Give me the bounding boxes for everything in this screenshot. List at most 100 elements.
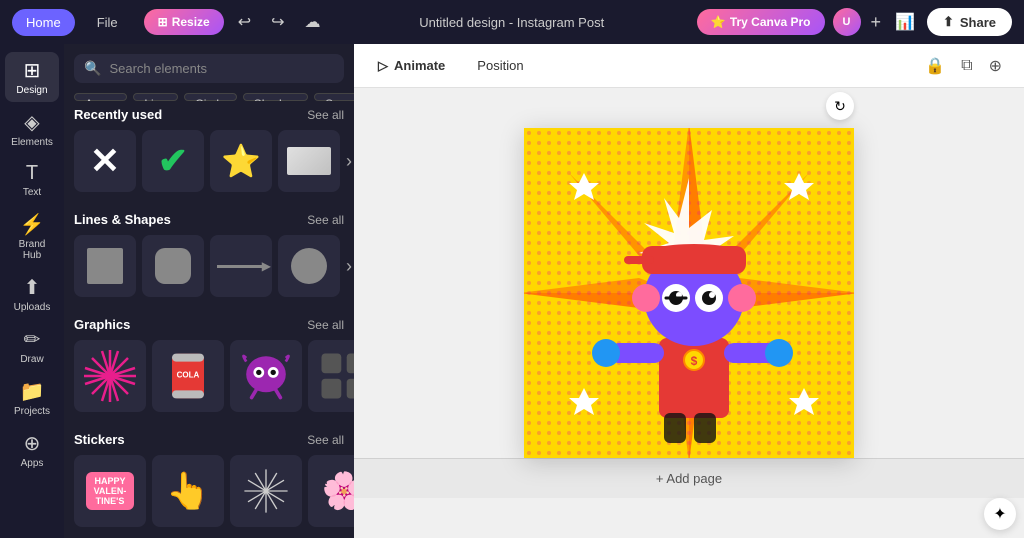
right-area: ▷ Animate Position 🔒 ⧉ ⊕ ↻ — [354, 44, 1024, 538]
magic-icon: ✦ — [993, 504, 1006, 524]
search-input-wrap[interactable]: 🔍 — [74, 54, 344, 83]
recently-used-see-all[interactable]: See all — [307, 108, 344, 122]
list-item[interactable]: ✕ — [74, 130, 136, 192]
list-item[interactable] — [230, 455, 302, 527]
recently-used-grid: ✕ ✔ ⭐ › — [74, 130, 344, 192]
animate-icon: ▷ — [378, 58, 388, 74]
lines-shapes-see-all[interactable]: See all — [307, 213, 344, 227]
search-icon: 🔍 — [84, 60, 101, 77]
stickers-header: Stickers See all — [74, 432, 344, 447]
list-item[interactable] — [210, 235, 272, 297]
add-profile-button[interactable]: + — [869, 12, 884, 33]
stickers-section: Stickers See all HAPPYVALEN-TINE'S 👆 — [64, 426, 354, 533]
sidebar-item-draw[interactable]: ✏ Draw — [5, 321, 59, 371]
design-icon: ⊞ — [24, 58, 41, 83]
cola-can-graphic: COLA — [164, 346, 212, 406]
tab-file[interactable]: File — [83, 9, 132, 36]
resize-icon: ⊞ — [158, 15, 168, 29]
graphics-grid: COLA — [74, 340, 344, 412]
text-icon: T — [26, 162, 38, 185]
animate-button[interactable]: ▷ Animate — [370, 54, 453, 78]
hand-sticker: 👆 — [166, 470, 211, 512]
list-item[interactable]: 🌸 — [308, 455, 354, 527]
add-page-bar[interactable]: + Add page — [354, 458, 1024, 498]
stickers-title: Stickers — [74, 432, 125, 447]
chip-square[interactable]: Squa… — [314, 93, 354, 101]
uploads-icon: ⬆ — [24, 275, 41, 300]
chip-line[interactable]: Line — [133, 93, 178, 101]
more-options-button[interactable]: ⊕ — [983, 52, 1008, 80]
sidebar-item-elements[interactable]: ◈ Elements — [5, 104, 59, 154]
copy-button[interactable]: ⧉ — [955, 52, 978, 80]
lock-button[interactable]: 🔒 — [919, 52, 951, 80]
right-toolbar: ▷ Animate Position 🔒 ⧉ ⊕ — [354, 44, 1024, 88]
scroll-right-arrow[interactable]: › — [346, 151, 352, 172]
search-bar: 🔍 — [64, 44, 354, 89]
tab-home[interactable]: Home — [12, 9, 75, 36]
rectangle-icon — [287, 147, 331, 175]
valentine-sticker: HAPPYVALEN-TINE'S — [86, 472, 135, 510]
stickers-see-all[interactable]: See all — [307, 433, 344, 447]
magic-button[interactable]: ✦ — [984, 498, 1016, 530]
filter-chips: Arrow Line Circle Shadow Squa… — [64, 89, 354, 101]
sidebar-item-design[interactable]: ⊞ Design — [5, 52, 59, 102]
avatar[interactable]: U — [833, 8, 861, 36]
sidebar-item-text[interactable]: T Text — [5, 156, 59, 204]
list-item[interactable] — [278, 235, 340, 297]
list-item[interactable] — [278, 130, 340, 192]
sidebar-item-projects[interactable]: 📁 Projects — [5, 373, 59, 423]
star-icon: ⭐ — [711, 15, 726, 29]
resize-button[interactable]: ⊞ Resize — [144, 9, 224, 35]
rotate-icon: ↻ — [834, 98, 846, 115]
analytics-button[interactable]: 📊 — [891, 8, 919, 36]
checkmark-icon: ✔ — [158, 140, 188, 182]
search-input[interactable] — [109, 61, 334, 76]
sparkle-sticker — [239, 464, 293, 518]
rounded-shape — [155, 248, 191, 284]
canvas-area: ↻ — [354, 88, 1024, 538]
list-item[interactable]: COLA — [152, 340, 224, 412]
list-item[interactable] — [74, 340, 146, 412]
chip-arrow[interactable]: Arrow — [74, 93, 127, 101]
list-item[interactable] — [230, 340, 302, 412]
pop-art-svg: $ — [524, 128, 854, 458]
cloud-save-button[interactable]: ☁ — [299, 8, 327, 36]
shapes-grid: › — [74, 235, 344, 297]
list-item[interactable] — [308, 340, 354, 412]
bull-skull-graphic — [239, 349, 293, 403]
elements-panel: 🔍 Arrow Line Circle Shadow Squa… Recentl… — [64, 44, 354, 538]
redo-button[interactable]: ↪ — [265, 8, 290, 36]
list-item[interactable] — [74, 235, 136, 297]
flower-sticker: 🌸 — [322, 470, 354, 512]
lines-shapes-header: Lines & Shapes See all — [74, 212, 344, 227]
graphics-see-all[interactable]: See all — [307, 318, 344, 332]
stickers-grid: HAPPYVALEN-TINE'S 👆 — [74, 455, 344, 527]
share-button[interactable]: ⬆ Share — [927, 8, 1012, 36]
canvas-container[interactable]: ↻ — [524, 128, 854, 458]
chip-circle[interactable]: Circle — [184, 93, 237, 101]
scroll-right-arrow[interactable]: › — [346, 256, 352, 277]
list-item[interactable]: 👆 — [152, 455, 224, 527]
list-item[interactable]: HAPPYVALEN-TINE'S — [74, 455, 146, 527]
sidebar-item-brandhub[interactable]: ⚡ Brand Hub — [5, 206, 59, 267]
recently-used-section: Recently used See all ✕ ✔ ⭐ — [64, 101, 354, 198]
sunburst-graphic — [80, 346, 140, 406]
brandhub-icon: ⚡ — [20, 212, 45, 237]
position-button[interactable]: Position — [469, 54, 531, 77]
sidebar-item-apps[interactable]: ⊕ Apps — [5, 425, 59, 475]
rotate-button[interactable]: ↻ — [826, 92, 854, 120]
toolbar-icon-group: 🔒 ⧉ ⊕ — [919, 52, 1008, 80]
undo-button[interactable]: ↩ — [232, 8, 257, 36]
icon-sidebar: ⊞ Design ◈ Elements T Text ⚡ Brand Hub ⬆… — [0, 44, 64, 538]
sidebar-item-uploads[interactable]: ⬆ Uploads — [5, 269, 59, 319]
list-item[interactable]: ✔ — [142, 130, 204, 192]
document-title: Untitled design - Instagram Post — [335, 15, 689, 30]
try-canva-pro-button[interactable]: ⭐ Try Canva Pro — [697, 9, 825, 35]
x-mark-icon: ✕ — [90, 143, 120, 179]
chip-shadow[interactable]: Shadow — [243, 93, 308, 101]
more-graphic — [317, 349, 354, 403]
graphics-header: Graphics See all — [74, 317, 344, 332]
recently-used-header: Recently used See all — [74, 107, 344, 122]
list-item[interactable]: ⭐ — [210, 130, 272, 192]
list-item[interactable] — [142, 235, 204, 297]
